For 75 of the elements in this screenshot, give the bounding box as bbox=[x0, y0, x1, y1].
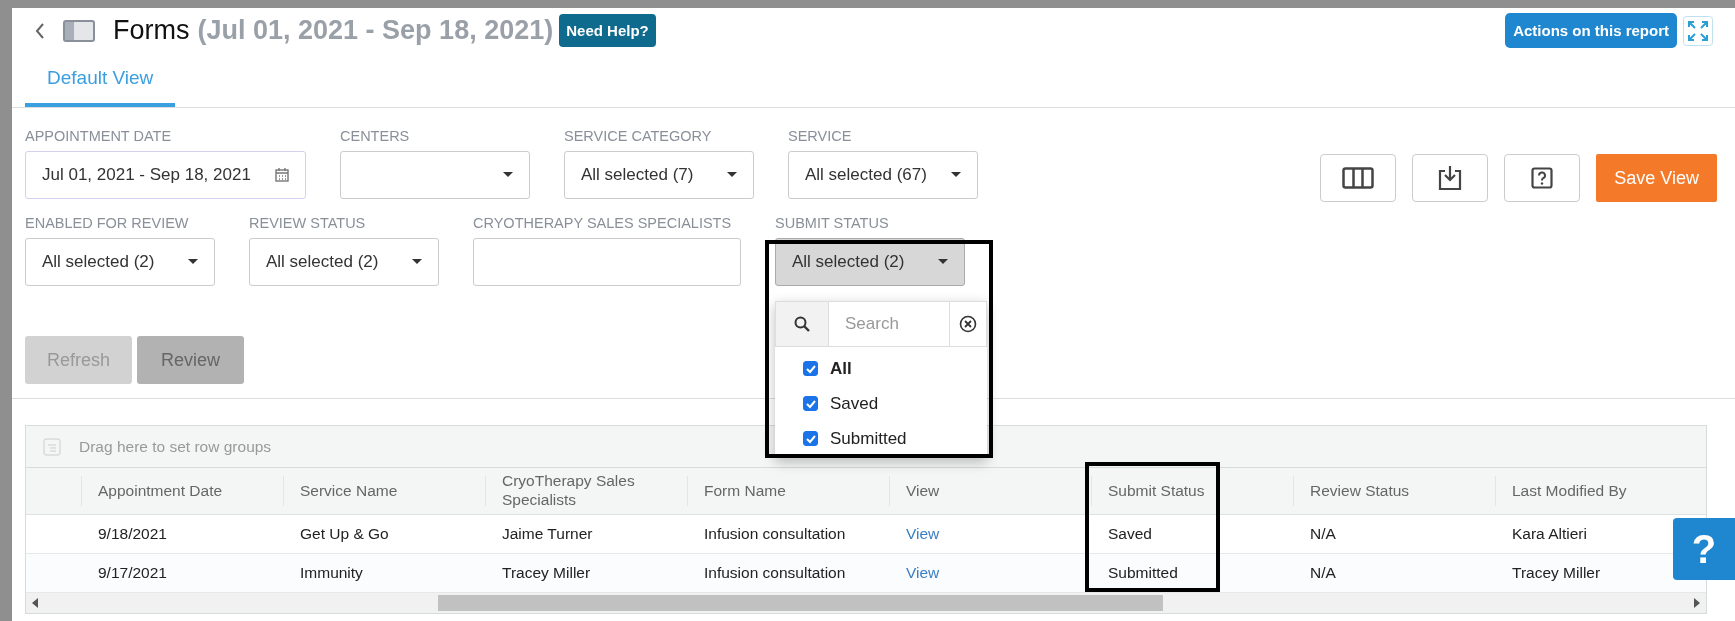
checkbox[interactable] bbox=[803, 396, 818, 411]
page-title: Forms bbox=[113, 15, 190, 46]
column-header[interactable]: Last Modified By bbox=[1495, 476, 1697, 506]
table-cell-text: Immunity bbox=[299, 563, 364, 583]
option-label: Submitted bbox=[830, 428, 907, 449]
column-header[interactable]: Submit Status bbox=[1091, 476, 1293, 506]
table-cell-text: Kara Altieri bbox=[1511, 524, 1588, 544]
column-header[interactable]: Appointment Date bbox=[81, 476, 283, 506]
dropdown-select[interactable]: All selected (67) bbox=[788, 151, 978, 199]
help-float-button[interactable]: ? bbox=[1673, 518, 1735, 580]
filter-label: ENABLED FOR REVIEW bbox=[25, 215, 190, 231]
need-help-button[interactable]: Need Help? bbox=[559, 14, 656, 47]
column-header[interactable]: CryoTherapy Sales Specialists bbox=[485, 476, 687, 506]
column-header[interactable]: Form Name bbox=[687, 476, 889, 506]
checkbox[interactable] bbox=[803, 431, 818, 446]
search-field[interactable]: Search bbox=[775, 301, 987, 347]
filter-label: CENTERS bbox=[340, 128, 411, 144]
view-link[interactable]: View bbox=[889, 515, 1091, 553]
filter-label: SERVICE bbox=[788, 128, 853, 144]
caret-icon bbox=[951, 172, 961, 178]
clear-icon[interactable] bbox=[959, 315, 977, 333]
help-button[interactable] bbox=[1504, 154, 1581, 202]
table-cell-text: 9/17/2021 bbox=[97, 563, 168, 583]
download-button[interactable] bbox=[1412, 154, 1489, 202]
date-range: (Jul 01, 2021 - Sep 18, 2021) bbox=[197, 15, 554, 46]
download-icon bbox=[1438, 165, 1463, 191]
column-header[interactable]: Review Status bbox=[1293, 476, 1495, 506]
table-cell-text: 9/18/2021 bbox=[97, 524, 168, 544]
dropdown-select[interactable]: All selected (2) bbox=[775, 238, 965, 286]
caret-icon bbox=[503, 172, 513, 178]
scroll-right-icon[interactable] bbox=[1694, 598, 1700, 608]
dropdown-select[interactable]: All selected (2) bbox=[25, 238, 215, 286]
date-range-field[interactable]: Jul 01, 2021 - Sep 18, 2021 bbox=[25, 151, 306, 199]
filter-label: SERVICE CATEGORY bbox=[564, 128, 713, 144]
column-header[interactable]: View bbox=[889, 476, 1091, 506]
search-icon bbox=[794, 316, 810, 332]
caret-icon bbox=[727, 172, 737, 178]
text-field[interactable] bbox=[473, 238, 741, 286]
table-cell-text: Tracey Miller bbox=[501, 563, 592, 583]
filter-label: CRYOTHERAPY SALES SPECIALISTS bbox=[473, 215, 733, 231]
columns-icon bbox=[1342, 167, 1375, 189]
table-cell-text: N/A bbox=[1309, 524, 1337, 544]
back-chevron-icon[interactable] bbox=[35, 22, 45, 39]
table-cell-text: Infusion consultation bbox=[703, 563, 847, 583]
group-hint: Drag here to set row groups bbox=[79, 437, 272, 456]
table-cell-text: Infusion consultation bbox=[703, 524, 847, 544]
horizontal-scrollbar[interactable] bbox=[26, 593, 1706, 613]
caret-icon bbox=[412, 259, 422, 265]
option-label: All bbox=[830, 358, 852, 379]
table-cell-text: Tracey Miller bbox=[1511, 563, 1602, 583]
filter-label: SUBMIT STATUS bbox=[775, 215, 890, 231]
caret-icon bbox=[938, 259, 948, 265]
row-groups-icon bbox=[43, 437, 61, 456]
option-label: Saved bbox=[830, 393, 879, 414]
caret-icon bbox=[188, 259, 198, 265]
table-cell-text: Saved bbox=[1107, 524, 1153, 544]
checkbox[interactable] bbox=[803, 361, 818, 376]
column-header[interactable]: Service Name bbox=[283, 476, 485, 506]
dropdown-select[interactable]: All selected (7) bbox=[564, 151, 754, 199]
scroll-left-icon[interactable] bbox=[32, 598, 38, 608]
question-icon bbox=[1531, 167, 1554, 189]
view-tab[interactable]: Default View bbox=[25, 53, 176, 107]
table-cell-text: Submitted bbox=[1107, 563, 1179, 583]
expand-icon[interactable] bbox=[1683, 15, 1713, 46]
filter-label: REVIEW STATUS bbox=[249, 215, 367, 231]
table-cell-text: N/A bbox=[1309, 563, 1337, 583]
view-link[interactable]: View bbox=[889, 554, 1091, 592]
table-cell-text: Jaime Turner bbox=[501, 524, 594, 544]
actions-button[interactable]: Actions on this report bbox=[1505, 13, 1677, 48]
filter-label: APPOINTMENT DATE bbox=[25, 128, 173, 144]
sidebar-toggle-icon[interactable] bbox=[63, 19, 95, 42]
dropdown-select[interactable]: All selected (2) bbox=[249, 238, 439, 286]
calendar-icon bbox=[275, 168, 289, 182]
columns-button[interactable] bbox=[1320, 154, 1397, 202]
table-cell-text: Get Up & Go bbox=[299, 524, 390, 544]
